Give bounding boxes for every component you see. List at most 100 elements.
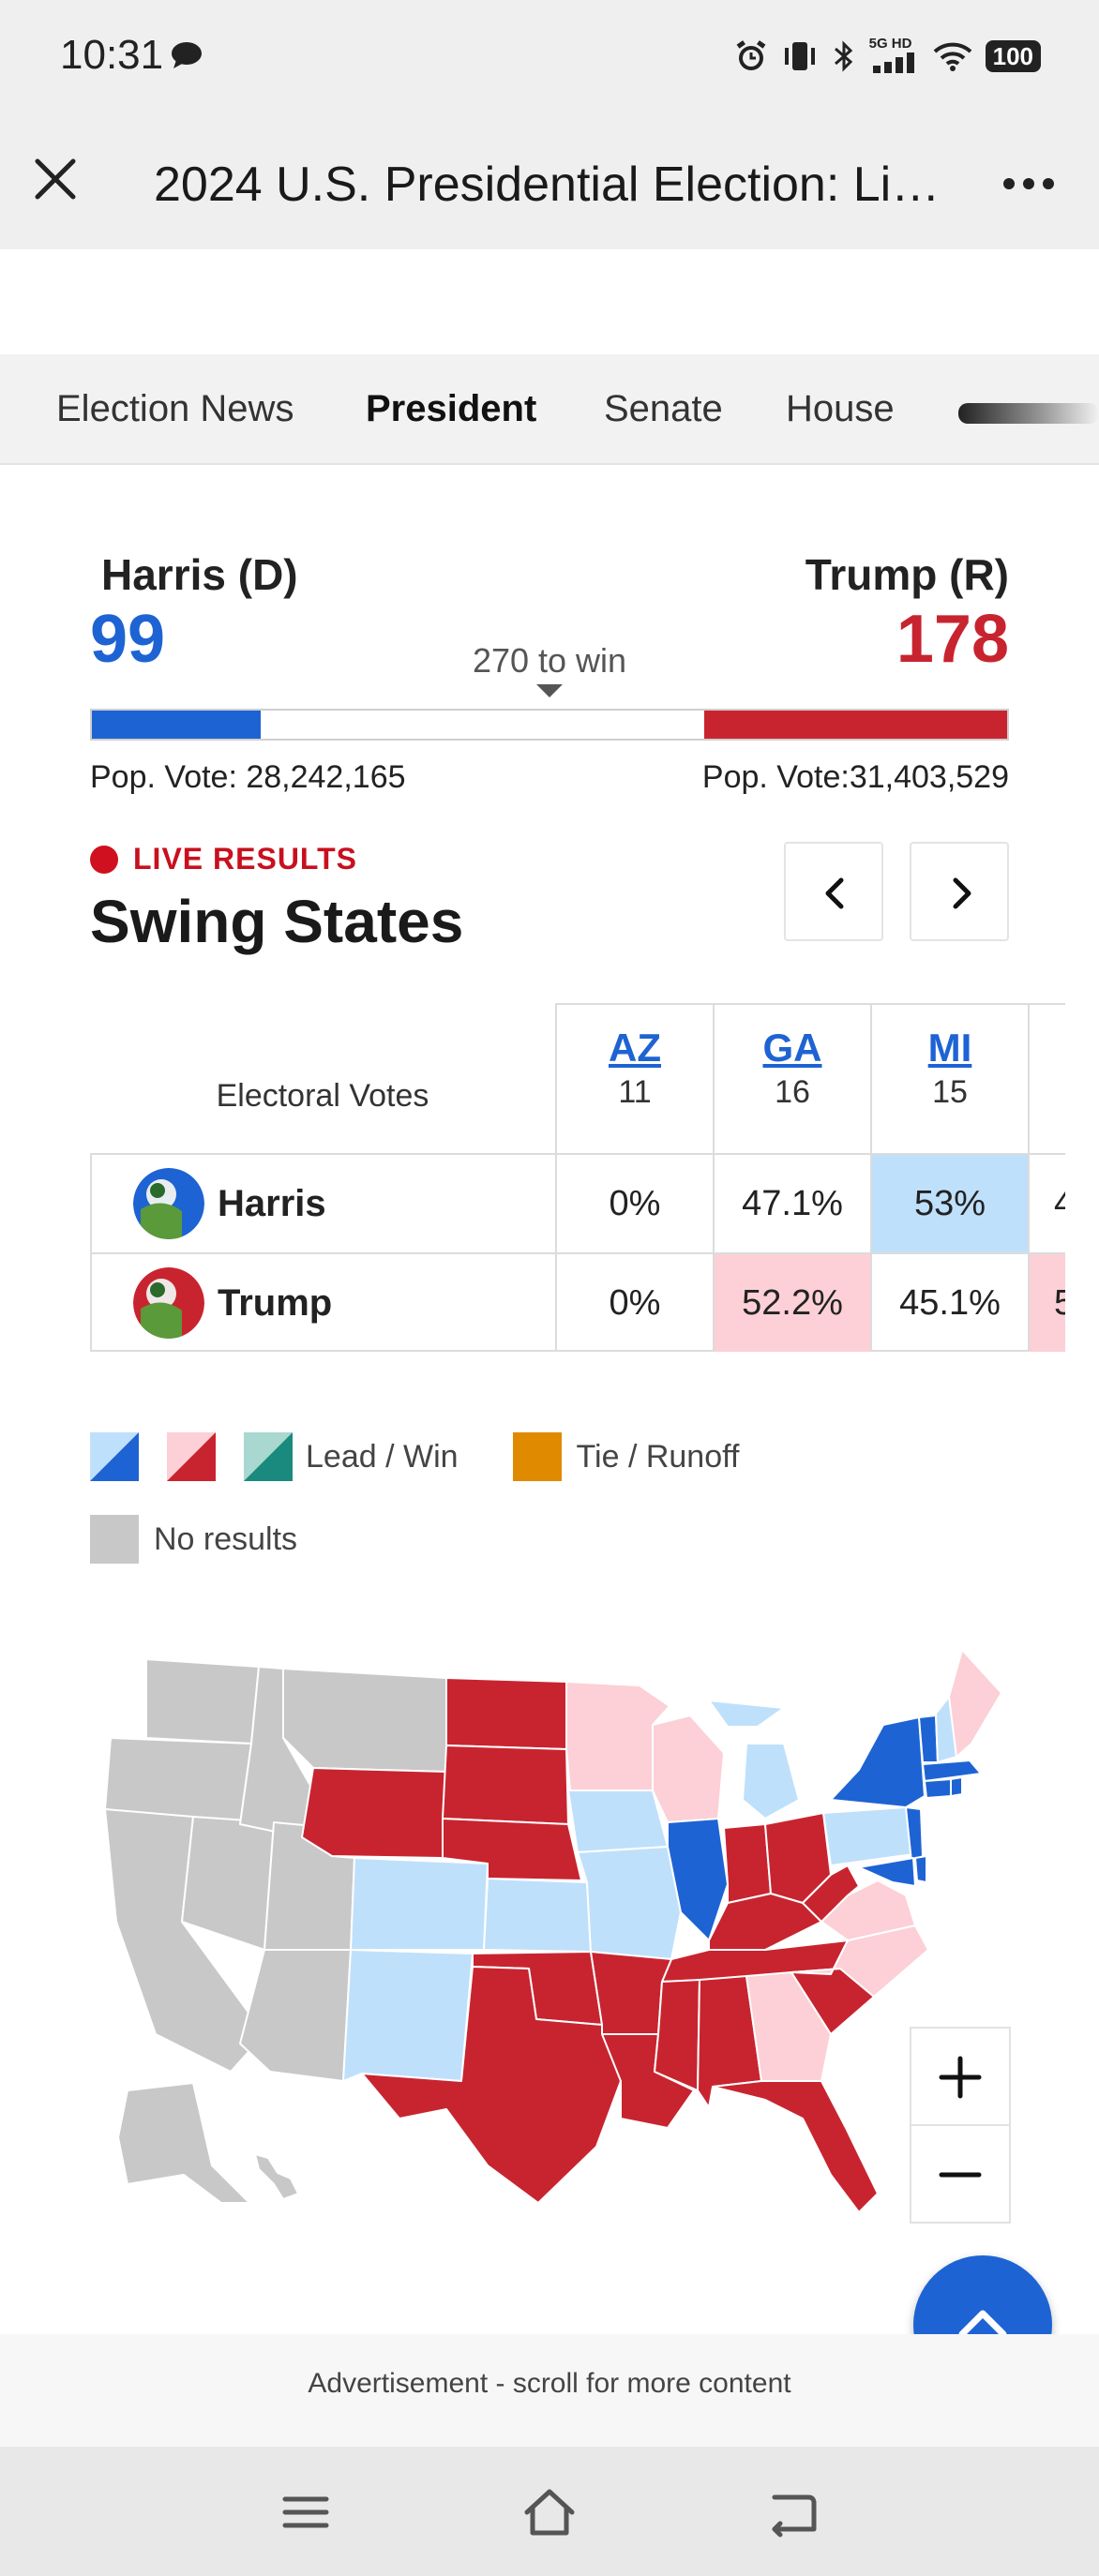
state-me — [948, 1649, 1002, 1758]
state-ia — [567, 1790, 669, 1853]
candidate-name: Harris — [218, 1183, 326, 1224]
to-win-label: 270 to win — [472, 641, 627, 680]
state-ct — [924, 1778, 952, 1799]
bluetooth-icon — [834, 40, 852, 72]
state-in — [723, 1823, 772, 1904]
no-results-label: No results — [154, 1520, 298, 1557]
no-results-swatch — [90, 1515, 139, 1564]
state-nd — [445, 1677, 567, 1750]
state-link-mi[interactable]: MI — [872, 1026, 1028, 1071]
state-ny — [830, 1716, 926, 1808]
state-wy — [301, 1767, 447, 1859]
state-column-ga: GA 16 — [713, 1003, 870, 1153]
state-ev-ga: 16 — [775, 1074, 810, 1110]
state-vt — [918, 1715, 939, 1763]
table-row: Trump 0% 52.2% 45.1% 5 — [90, 1252, 1065, 1352]
title-bar: 2024 U.S. Presidential Election: Li… — [0, 111, 1099, 249]
state-ak — [117, 2082, 250, 2204]
menu-icon[interactable] — [278, 2484, 334, 2540]
vote-share-cell: 5 — [1028, 1254, 1065, 1352]
more-icon[interactable] — [996, 156, 1061, 212]
vibrate-icon — [784, 42, 815, 70]
close-icon[interactable] — [24, 148, 86, 210]
swing-states-table: Electoral Votes AZ 11 GA 16 MI 15 Harris… — [90, 1003, 1065, 1352]
page-title: 2024 U.S. Presidential Election: Li… — [154, 157, 941, 212]
status-time: 10:31 — [60, 32, 164, 78]
electoral-vote-bar — [90, 709, 1009, 741]
section-tabs: Election News President Senate House — [0, 354, 1099, 465]
state-column-next — [1028, 1003, 1065, 1153]
tie-runoff-label: Tie / Runoff — [576, 1438, 740, 1475]
live-indicator-icon — [90, 846, 118, 874]
candidate-cell: Harris — [90, 1155, 555, 1252]
state-ma — [922, 1760, 982, 1782]
state-az — [239, 1949, 352, 2082]
home-icon[interactable] — [521, 2484, 578, 2540]
dem-electoral-votes: 99 — [90, 602, 166, 677]
status-bar: 10:31 5G HD 100 — [0, 0, 1099, 111]
state-mo — [577, 1846, 682, 1960]
chat-bubble-icon — [172, 42, 202, 68]
cell-signal-icon: 5G HD — [868, 36, 920, 75]
electoral-votes-header: Electoral Votes — [216, 1078, 429, 1114]
vote-share-cell: 47.1% — [713, 1155, 870, 1252]
alarm-icon — [736, 40, 766, 70]
section-title: Swing States — [90, 888, 464, 955]
to-win-marker-icon — [536, 684, 563, 697]
next-button[interactable] — [910, 842, 1009, 941]
legend-row: No results — [90, 1515, 352, 1564]
minus-icon — [939, 2172, 982, 2178]
state-hi — [254, 2153, 299, 2200]
dem-candidate-name: Harris (D) — [101, 550, 298, 599]
table-row: Harris 0% 47.1% 53% 4 — [90, 1153, 1065, 1252]
tab-senate[interactable]: Senate — [604, 388, 723, 430]
previous-button[interactable] — [784, 842, 883, 941]
state-column-az: AZ 11 — [555, 1003, 713, 1153]
other-lead-win-swatch — [244, 1432, 293, 1481]
us-results-map[interactable] — [90, 1640, 1028, 2240]
state-mt — [282, 1668, 447, 1773]
advertisement-strip: Advertisement - scroll for more content — [0, 2334, 1099, 2447]
state-nv — [181, 1816, 275, 1951]
vote-share-cell: 0% — [555, 1254, 713, 1352]
tab-overflow-fade — [958, 403, 1099, 424]
zoom-in-button[interactable] — [911, 2029, 1009, 2126]
state-ev-mi: 15 — [932, 1074, 968, 1110]
tab-president[interactable]: President — [366, 388, 536, 430]
dem-vote-fill — [92, 711, 261, 739]
state-fl — [712, 2080, 879, 2213]
rep-vote-fill — [703, 711, 1007, 739]
state-wi — [652, 1715, 725, 1823]
state-co — [350, 1857, 489, 1951]
candidate-cell: Trump — [90, 1254, 555, 1352]
advertisement-label: Advertisement - scroll for more content — [308, 2368, 791, 2399]
state-link-az[interactable]: AZ — [557, 1026, 713, 1071]
avatar — [133, 1267, 204, 1339]
rep-popular-vote: Pop. Vote:31,403,529 — [701, 759, 1009, 795]
battery-icon: 100 — [985, 40, 1041, 72]
rep-candidate-name: Trump (R) — [805, 550, 1009, 599]
vote-share-cell: 45.1% — [870, 1254, 1028, 1352]
tab-election-news[interactable]: Election News — [56, 388, 294, 430]
state-link-ga[interactable]: GA — [715, 1026, 870, 1071]
vote-share-cell: 53% — [870, 1155, 1028, 1252]
status-icons: 5G HD 100 — [734, 36, 1041, 77]
tab-house[interactable]: House — [786, 388, 895, 430]
avatar — [133, 1168, 204, 1239]
state-ri — [950, 1776, 963, 1797]
back-icon[interactable] — [765, 2484, 821, 2540]
state-nm — [342, 1949, 474, 2082]
state-ev-az: 11 — [618, 1074, 652, 1110]
plus-icon — [939, 2056, 982, 2099]
state-wa — [145, 1658, 260, 1745]
state-sd — [442, 1745, 569, 1825]
network-label: 5G HD — [868, 36, 912, 52]
vote-share-cell: 52.2% — [713, 1254, 870, 1352]
zoom-out-button[interactable] — [911, 2126, 1009, 2224]
wifi-icon — [933, 42, 971, 71]
dem-popular-vote: Pop. Vote: 28,242,165 — [90, 759, 406, 795]
map-zoom-controls — [910, 2027, 1011, 2224]
dem-lead-win-swatch — [90, 1432, 139, 1481]
vote-share-cell: 4 — [1028, 1155, 1065, 1252]
state-pa — [822, 1806, 914, 1866]
